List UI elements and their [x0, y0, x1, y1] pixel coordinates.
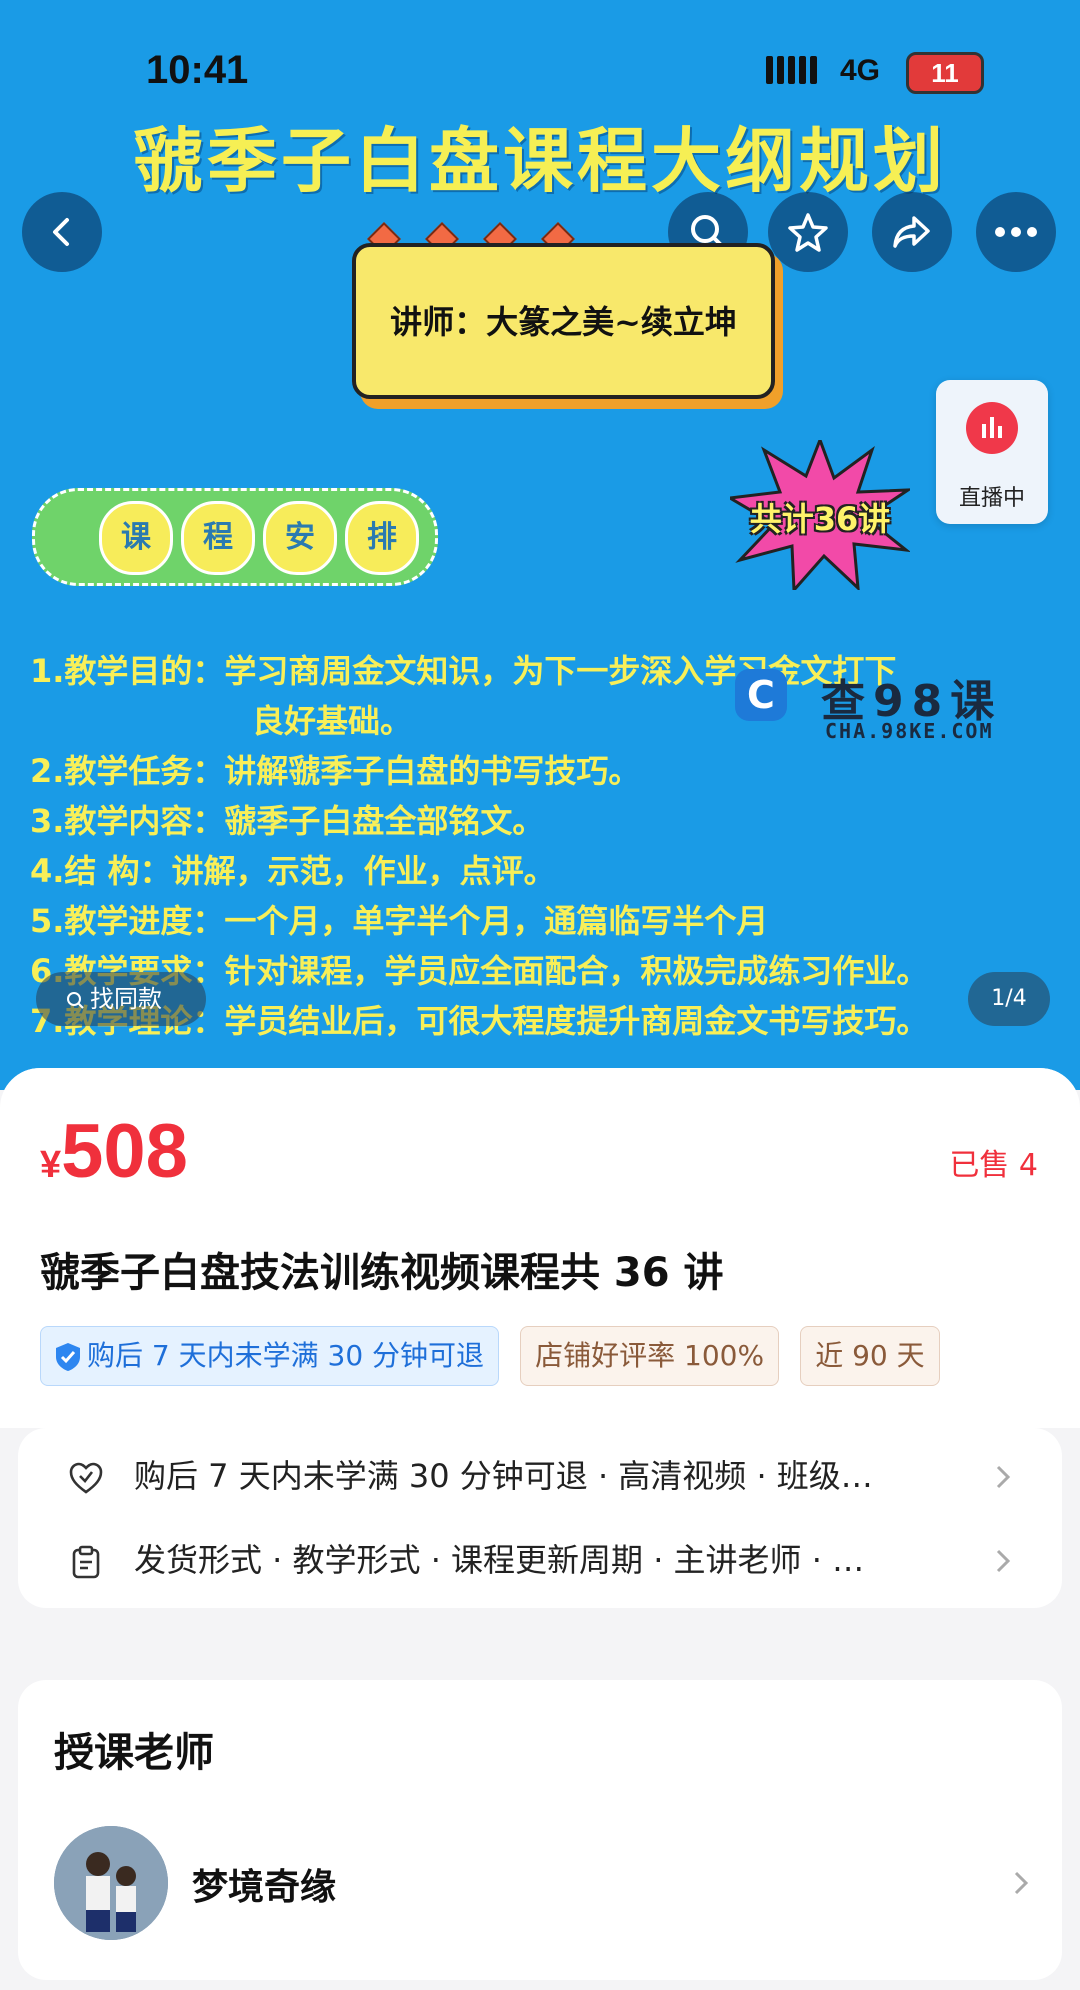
sold-count: 已售 4	[949, 1148, 1038, 1183]
service-card: 购后 7 天内未学满 30 分钟可退 · 高清视频 · 班级… 发货形式 · 教…	[18, 1428, 1062, 1608]
shield-check-icon	[56, 1343, 80, 1371]
status-bar: 10:41 4G 11	[0, 48, 1080, 108]
battery-indicator: 11	[906, 52, 984, 94]
schedule-char: 课	[99, 501, 173, 575]
outline-item: 4.结 构：讲解，示范，作业，点评。	[30, 852, 556, 890]
more-dots-icon	[995, 227, 1037, 237]
scan-search-icon	[67, 992, 84, 1009]
schedule-char: 排	[345, 501, 419, 575]
tag-row: 购后 7 天内未学满 30 分钟可退 店铺好评率 100% 近 90 天	[40, 1326, 1040, 1388]
price-value: 508	[61, 1109, 188, 1194]
clipboard-icon	[72, 1545, 100, 1579]
schedule-banner: 课 程 安 排	[32, 488, 438, 586]
network-label: 4G	[840, 54, 881, 87]
heart-shield-icon	[69, 1462, 103, 1494]
find-similar-label: 找同款	[90, 985, 162, 1013]
find-similar-button[interactable]: 找同款	[36, 972, 206, 1026]
price: ¥508	[40, 1108, 188, 1195]
chevron-right-icon[interactable]	[1008, 1868, 1034, 1898]
back-button[interactable]	[22, 192, 102, 272]
live-icon	[966, 402, 1018, 454]
watermark: C 查98课 CHA.98KE.COM	[735, 665, 1015, 755]
star-icon	[788, 213, 828, 252]
favorite-button[interactable]	[768, 192, 848, 272]
schedule-char: 程	[181, 501, 255, 575]
chevron-left-icon	[53, 218, 69, 246]
teacher-avatar[interactable]	[54, 1826, 168, 1940]
service-row[interactable]: 购后 7 天内未学满 30 分钟可退 · 高清视频 · 班级…	[50, 1446, 1030, 1506]
chevron-right-icon	[996, 1465, 1011, 1489]
total-lessons-badge: 共计36讲	[749, 500, 891, 538]
hero-title: 虢季子白盘课程大纲规划	[133, 120, 947, 202]
signal-icon	[766, 56, 817, 84]
teacher-name[interactable]: 梦境奇缘	[192, 1858, 336, 1910]
schedule-char: 安	[263, 501, 337, 575]
teacher-card: 讲师：大篆之美~续立坤	[352, 243, 775, 399]
refund-tag-label: 购后 7 天内未学满 30 分钟可退	[87, 1339, 485, 1372]
price-card: ¥508 已售 4 虢季子白盘技法训练视频课程共 36 讲 购后 7 天内未学满…	[0, 1068, 1080, 1428]
teacher-card-text: 讲师：大篆之美~续立坤	[390, 303, 737, 341]
share-button[interactable]	[872, 192, 952, 272]
image-counter: 1/4	[968, 972, 1050, 1026]
outline-item: 3.教学内容：虢季子白盘全部铭文。	[30, 802, 545, 840]
recent-tag[interactable]: 近 90 天	[800, 1326, 940, 1386]
chevron-right-icon	[996, 1549, 1011, 1573]
outline-item: 5.教学进度：一个月，单字半个月，通篇临写半个月	[30, 902, 769, 940]
service-row-text: 购后 7 天内未学满 30 分钟可退 · 高清视频 · 班级…	[134, 1457, 873, 1495]
spec-row[interactable]: 发货形式 · 教学形式 · 课程更新周期 · 主讲老师 · …	[50, 1530, 1030, 1590]
watermark-url: CHA.98KE.COM	[825, 719, 994, 743]
status-time: 10:41	[146, 48, 249, 92]
share-icon	[893, 216, 930, 248]
rating-tag[interactable]: 店铺好评率 100%	[520, 1326, 780, 1386]
spec-row-text: 发货形式 · 教学形式 · 课程更新周期 · 主讲老师 · …	[134, 1541, 865, 1579]
watermark-logo-icon: C	[735, 669, 787, 721]
refund-tag[interactable]: 购后 7 天内未学满 30 分钟可退	[40, 1326, 500, 1386]
more-button[interactable]	[976, 192, 1056, 272]
currency-symbol: ¥	[40, 1144, 62, 1186]
live-button[interactable]: 直播中	[936, 380, 1048, 524]
live-label: 直播中	[958, 486, 1025, 511]
product-sheet: ¥508 已售 4 虢季子白盘技法训练视频课程共 36 讲 购后 7 天内未学满…	[0, 1068, 1080, 1990]
teacher-section-title: 授课老师	[54, 1730, 214, 1776]
teacher-section: 授课老师 梦境奇缘	[18, 1680, 1062, 1980]
product-title: 虢季子白盘技法训练视频课程共 36 讲	[40, 1250, 724, 1296]
product-image-carousel[interactable]: 10:41 4G 11 虢季子白盘课程大纲规划 讲师：大篆之美~续立坤 直播中 …	[0, 0, 1080, 1090]
